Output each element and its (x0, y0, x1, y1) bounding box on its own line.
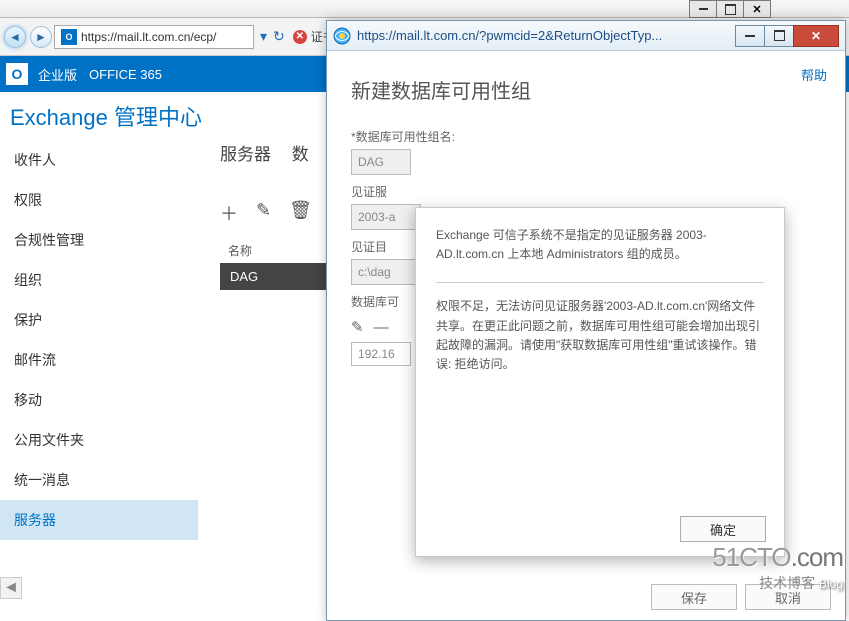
ie-dropdown-icon[interactable]: ▾ (260, 28, 267, 45)
ok-button[interactable]: 确定 (680, 516, 766, 542)
scroll-left-button[interactable]: ◄ (0, 577, 22, 599)
popup-close-button[interactable]: ✕ (793, 25, 839, 47)
nav-um[interactable]: 统一消息 (0, 460, 198, 500)
input-dag-ip[interactable] (351, 342, 411, 366)
table-row[interactable]: DAG (220, 263, 330, 290)
tab-databases[interactable]: 数 (292, 145, 309, 164)
ie-refresh-icon[interactable]: ↻ (273, 28, 285, 45)
error-message-1: Exchange 可信子系统不是指定的见证服务器 2003-AD.lt.com.… (436, 226, 764, 264)
o365-enterprise-label: 企业版 (38, 65, 77, 84)
nav-protection[interactable]: 保护 (0, 300, 198, 340)
bg-maximize-button[interactable] (716, 0, 744, 18)
dag-table: 名称 DAG (220, 238, 330, 290)
watermark-brand: 51CTO (712, 542, 790, 572)
watermark: 51CTO.com 技术博客 Blog (712, 542, 843, 593)
bg-minimize-button[interactable] (689, 0, 717, 18)
nav-mobile[interactable]: 移动 (0, 380, 198, 420)
watermark-blog: Blog (819, 577, 843, 591)
o365-product-label: OFFICE 365 (89, 67, 162, 82)
label-witness-server: 见证服 (351, 183, 821, 200)
error-message-2: 权限不足，无法访问见证服务器'2003-AD.lt.com.cn'网络文件共享。… (436, 297, 764, 374)
ip-edit-icon[interactable]: ✎ (351, 318, 364, 336)
delete-icon[interactable]: 🗑 (289, 200, 312, 226)
nav-recipients[interactable]: 收件人 (0, 140, 198, 180)
ie-forward-button[interactable]: ► (30, 26, 52, 48)
watermark-domain: .com (791, 542, 843, 572)
cert-error-icon: ✕ (293, 30, 307, 44)
page-title: Exchange 管理中心 (10, 100, 202, 132)
edit-icon[interactable]: ✎ (256, 200, 271, 226)
nav-organization[interactable]: 组织 (0, 260, 198, 300)
ie-icon (333, 27, 351, 45)
add-icon[interactable]: ＋ (220, 200, 238, 226)
ie-back-button[interactable]: ◄ (4, 26, 26, 48)
help-link[interactable]: 帮助 (801, 65, 827, 84)
nav-mailflow[interactable]: 邮件流 (0, 340, 198, 380)
nav-publicfolders[interactable]: 公用文件夹 (0, 420, 198, 460)
toolbar: ＋ ✎ 🗑 (220, 200, 331, 226)
nav-servers[interactable]: 服务器 (0, 500, 198, 540)
label-dag-name: *数据库可用性组名: (351, 128, 821, 145)
popup-url: https://mail.lt.com.cn/?pwmcid=2&ReturnO… (357, 28, 736, 43)
error-divider (436, 282, 764, 283)
popup-minimize-button[interactable] (735, 25, 765, 47)
bg-close-button[interactable]: ✕ (743, 0, 771, 18)
outlook-icon: O (61, 29, 77, 45)
ie-url-field[interactable]: O https://mail.lt.com.cn/ecp/ (54, 25, 254, 49)
nav-compliance[interactable]: 合规性管理 (0, 220, 198, 260)
table-header-name[interactable]: 名称 (220, 238, 330, 263)
office-logo-icon: O (6, 63, 28, 85)
new-dag-popup: https://mail.lt.com.cn/?pwmcid=2&ReturnO… (326, 20, 846, 621)
nav-permissions[interactable]: 权限 (0, 180, 198, 220)
error-dialog: Exchange 可信子系统不是指定的见证服务器 2003-AD.lt.com.… (415, 207, 785, 557)
input-witness-server[interactable] (351, 204, 421, 230)
input-dag-name[interactable] (351, 149, 411, 175)
ip-remove-icon[interactable]: — (374, 319, 389, 336)
popup-heading: 新建数据库可用性组 (351, 75, 821, 104)
tab-servers[interactable]: 服务器 (220, 145, 271, 164)
bg-window-titlebar: ✕ (0, 0, 849, 18)
watermark-tagline: 技术博客 (759, 575, 815, 591)
left-nav: 收件人 权限 合规性管理 组织 保护 邮件流 移动 公用文件夹 统一消息 服务器 (0, 140, 198, 540)
ie-url-text: https://mail.lt.com.cn/ecp/ (81, 30, 216, 44)
popup-maximize-button[interactable] (764, 25, 794, 47)
popup-titlebar: https://mail.lt.com.cn/?pwmcid=2&ReturnO… (327, 21, 845, 51)
content-tabs: 服务器 数 (220, 140, 325, 165)
input-witness-dir[interactable] (351, 259, 421, 285)
